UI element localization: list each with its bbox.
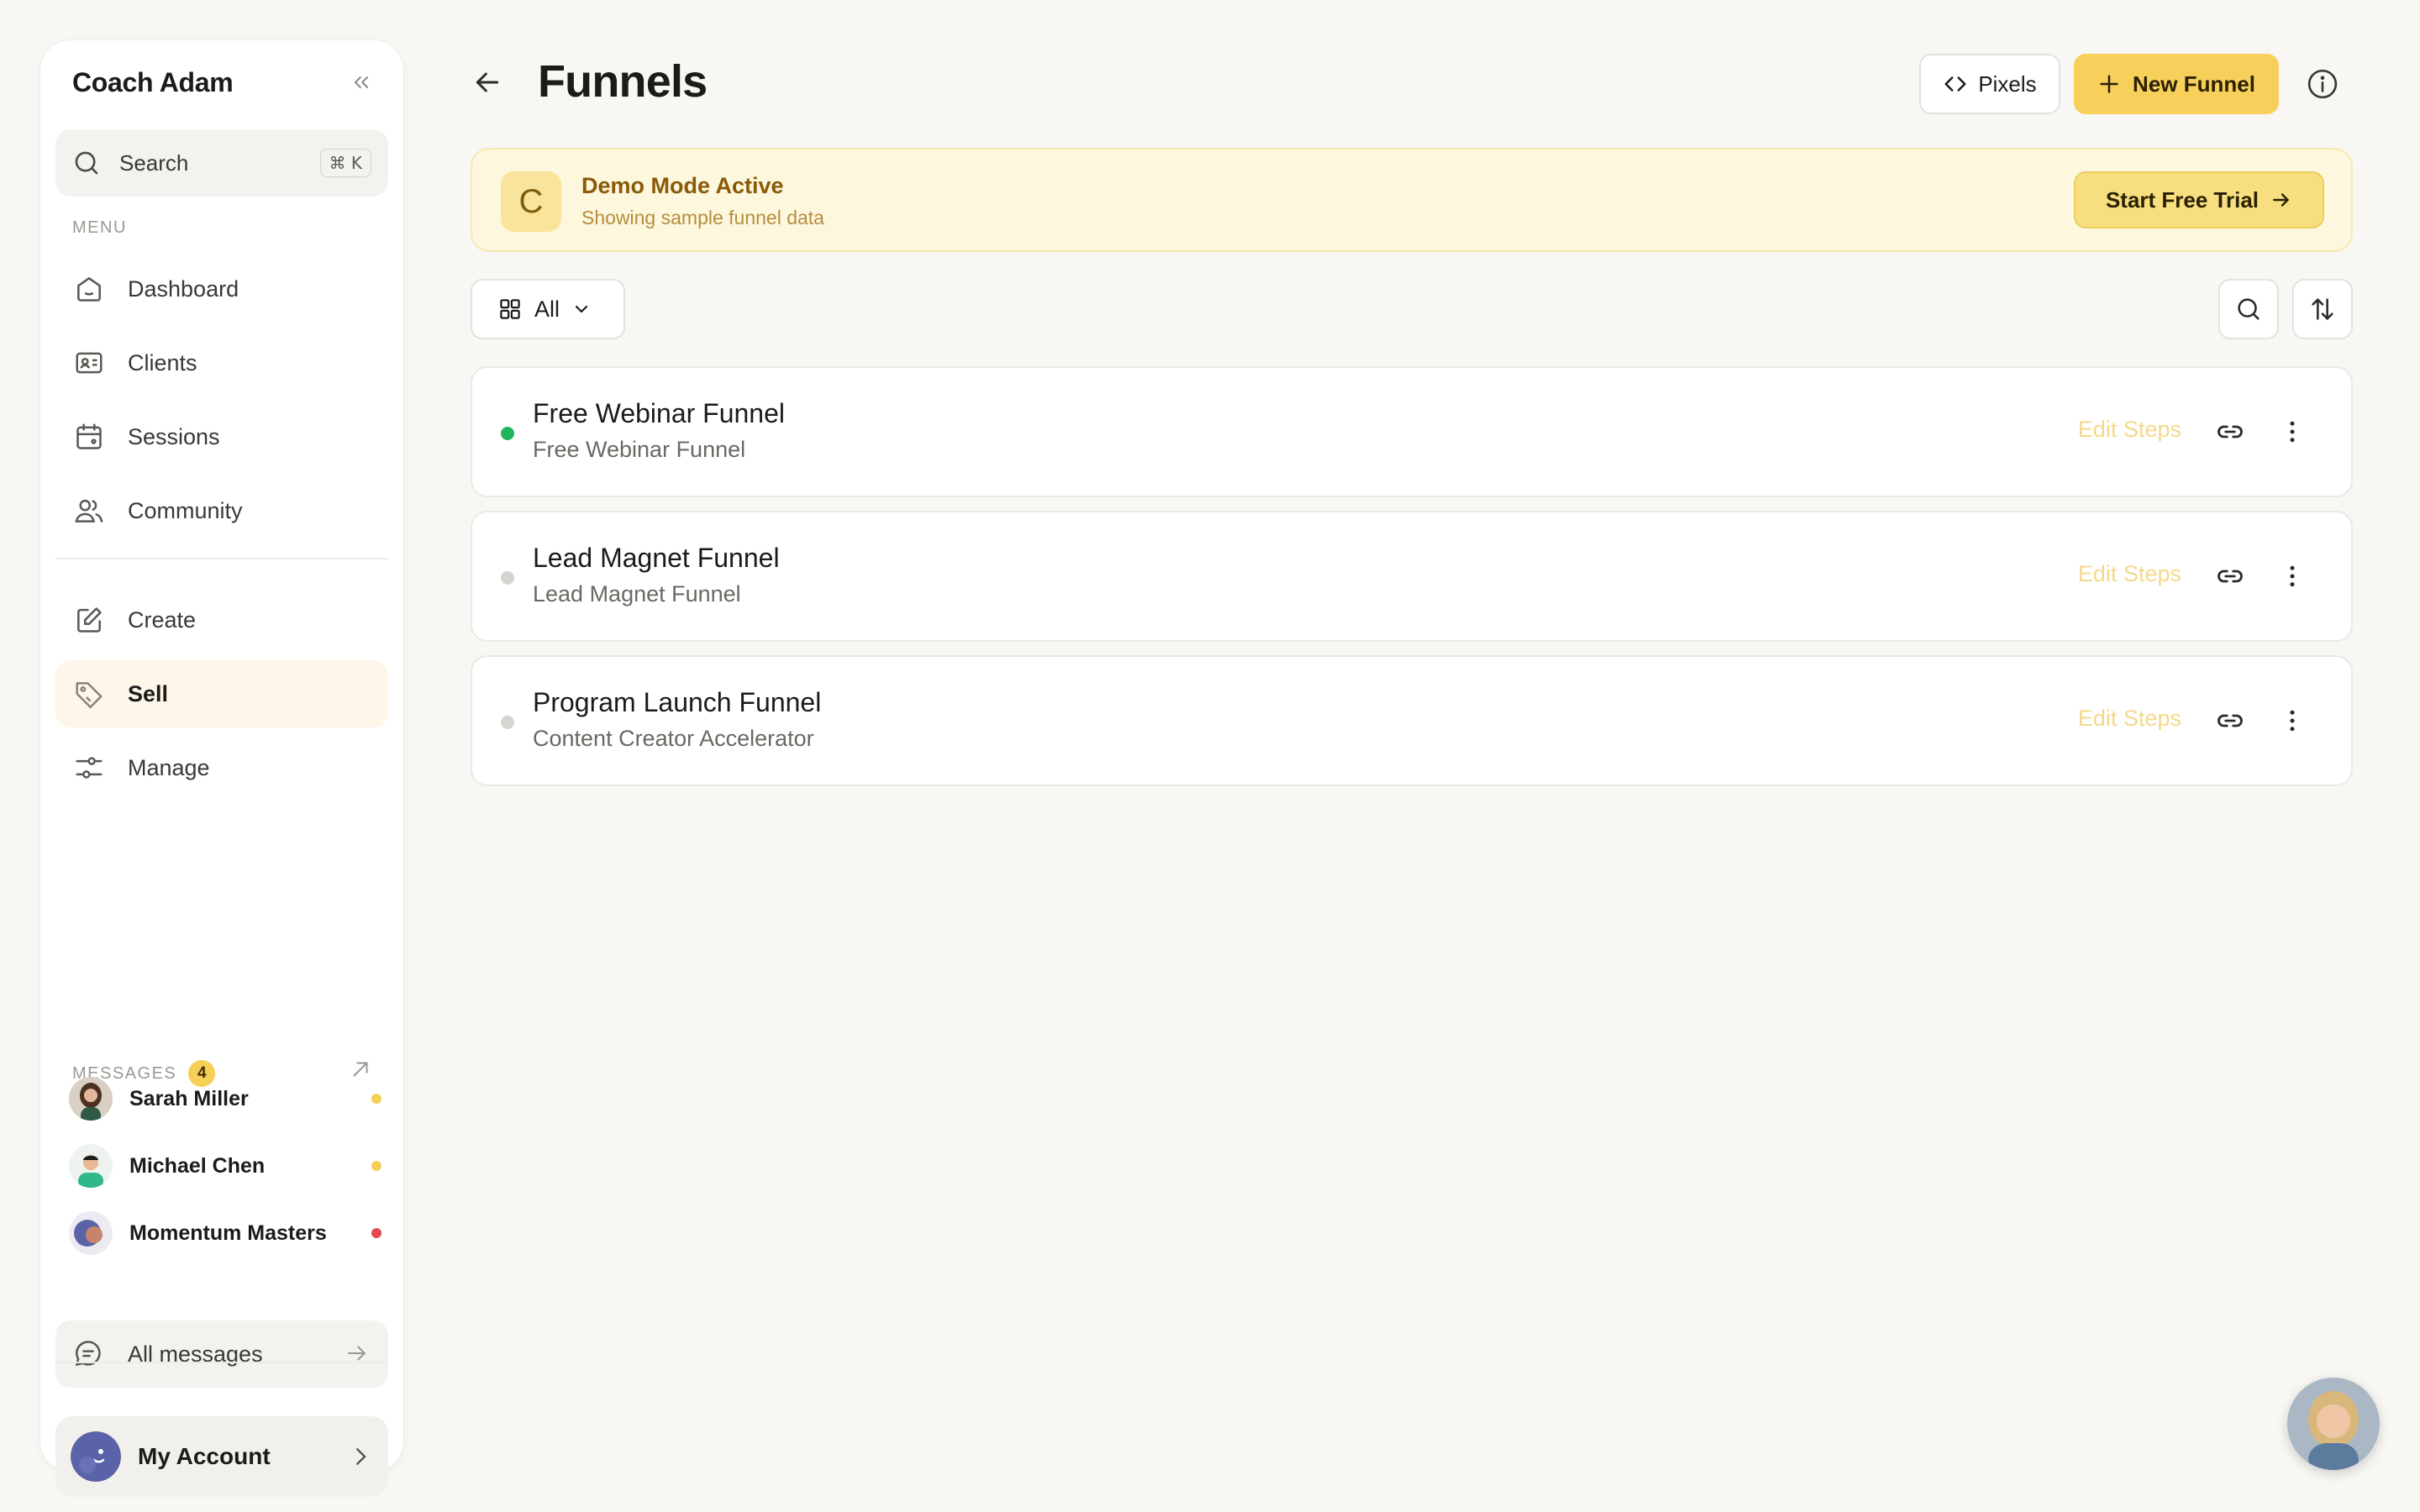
users-icon <box>72 494 106 528</box>
sidebar-item-manage[interactable]: Manage <box>55 734 388 801</box>
pixels-label: Pixels <box>1978 71 2037 97</box>
sidebar-item-label: Community <box>128 497 243 523</box>
new-funnel-label: New Funnel <box>2133 71 2255 97</box>
arrow-right-icon <box>2270 189 2292 211</box>
funnel-card-free-webinar[interactable]: Free Webinar Funnel Free Webinar Funnel … <box>471 366 2353 497</box>
page-title: Funnels <box>538 56 708 107</box>
search-button[interactable] <box>2218 279 2279 339</box>
avatar <box>69 1144 113 1188</box>
more-options-icon[interactable] <box>2277 417 2307 447</box>
sidebar-item-label: Clients <box>128 349 197 375</box>
sort-icon <box>2308 295 2337 323</box>
sidebar-item-sessions[interactable]: Sessions <box>55 403 388 470</box>
unread-dot <box>371 1228 381 1238</box>
funnel-subtitle: Free Webinar Funnel <box>533 437 746 462</box>
more-options-icon[interactable] <box>2277 561 2307 591</box>
support-chat-avatar[interactable] <box>2287 1378 2380 1470</box>
search-icon <box>2234 295 2263 323</box>
pixels-button[interactable]: Pixels <box>1919 54 2060 114</box>
sidebar-item-label: Dashboard <box>128 276 239 302</box>
new-funnel-button[interactable]: New Funnel <box>2074 54 2279 114</box>
sidebar-item-label: Sessions <box>128 423 220 449</box>
grid-icon <box>497 297 523 322</box>
sidebar: Coach Adam Search ⌘ K MENU Dashboard Cli… <box>40 40 403 1497</box>
account-label: My Account <box>138 1443 271 1469</box>
filter-label: All <box>534 296 560 322</box>
chevron-down-icon <box>571 299 592 319</box>
contact-card-icon <box>72 346 106 380</box>
home-icon <box>72 272 106 306</box>
sidebar-item-community[interactable]: Community <box>55 477 388 544</box>
sliders-icon <box>72 751 106 785</box>
code-icon <box>1943 71 1968 97</box>
collapse-sidebar-icon[interactable] <box>345 66 378 99</box>
edit-steps-link[interactable]: Edit Steps <box>2078 417 2181 443</box>
demo-subtitle: Showing sample funnel data <box>581 207 824 228</box>
unread-dot <box>371 1161 381 1171</box>
sidebar-divider <box>55 558 388 559</box>
chat-bubble-icon <box>72 1337 106 1371</box>
calendar-icon <box>72 420 106 454</box>
message-item-sarah-miller[interactable]: Sarah Miller <box>69 1074 381 1124</box>
link-icon[interactable] <box>2215 417 2245 447</box>
funnel-subtitle: Content Creator Accelerator <box>533 726 814 751</box>
arrow-right-icon <box>345 1341 371 1368</box>
more-options-icon[interactable] <box>2277 706 2307 736</box>
search-label: Search <box>119 150 189 176</box>
sidebar-item-label: Create <box>128 606 197 633</box>
funnel-title: Program Launch Funnel <box>533 687 822 717</box>
all-messages-button[interactable]: All messages <box>55 1320 388 1388</box>
status-dot <box>501 716 514 729</box>
back-arrow-icon[interactable] <box>471 66 511 106</box>
edit-icon <box>72 603 106 637</box>
sidebar-item-dashboard[interactable]: Dashboard <box>55 255 388 323</box>
avatar <box>69 1211 113 1255</box>
start-free-trial-label: Start Free Trial <box>2105 186 2260 213</box>
account-avatar <box>71 1431 121 1482</box>
unread-dot <box>371 1094 381 1104</box>
status-dot <box>501 427 514 440</box>
brand-name: Coach Adam <box>72 67 234 97</box>
sidebar-search[interactable]: Search ⌘ K <box>55 129 388 197</box>
search-icon <box>72 149 101 177</box>
edit-steps-link[interactable]: Edit Steps <box>2078 561 2181 587</box>
avatar <box>69 1077 113 1121</box>
link-icon[interactable] <box>2215 561 2245 591</box>
demo-title: Demo Mode Active <box>581 173 784 198</box>
tag-icon <box>72 677 106 711</box>
demo-logo-letter: C <box>518 182 544 220</box>
funnel-title: Lead Magnet Funnel <box>533 543 780 573</box>
sidebar-item-sell[interactable]: Sell <box>55 660 388 727</box>
sort-button[interactable] <box>2292 279 2353 339</box>
funnel-title: Free Webinar Funnel <box>533 398 785 428</box>
sidebar-item-create[interactable]: Create <box>55 586 388 654</box>
status-dot <box>501 571 514 585</box>
sidebar-item-clients[interactable]: Clients <box>55 329 388 396</box>
start-free-trial-button[interactable]: Start Free Trial <box>2074 171 2324 228</box>
info-icon[interactable] <box>2306 67 2339 101</box>
link-icon[interactable] <box>2215 706 2245 736</box>
message-sender-name: Sarah Miller <box>129 1086 249 1110</box>
message-sender-name: Momentum Masters <box>129 1221 327 1245</box>
edit-steps-link[interactable]: Edit Steps <box>2078 706 2181 732</box>
plus-icon <box>2097 72 2121 96</box>
search-shortcut: ⌘ K <box>319 149 371 177</box>
sidebar-item-label: Sell <box>128 680 169 706</box>
funnel-subtitle: Lead Magnet Funnel <box>533 581 741 606</box>
menu-section-label: MENU <box>72 218 127 237</box>
chevron-right-icon <box>348 1444 373 1469</box>
funnel-card-lead-magnet[interactable]: Lead Magnet Funnel Lead Magnet Funnel Ed… <box>471 511 2353 642</box>
message-sender-name: Michael Chen <box>129 1153 266 1178</box>
message-item-michael-chen[interactable]: Michael Chen <box>69 1141 381 1191</box>
demo-mode-banner: C Demo Mode Active Showing sample funnel… <box>471 148 2353 252</box>
message-item-momentum-masters[interactable]: Momentum Masters <box>69 1208 381 1258</box>
funnel-card-program-launch[interactable]: Program Launch Funnel Content Creator Ac… <box>471 655 2353 786</box>
demo-logo-icon: C <box>501 171 561 232</box>
filter-dropdown[interactable]: All <box>471 279 625 339</box>
my-account-button[interactable]: My Account <box>55 1416 388 1497</box>
sidebar-item-label: Manage <box>128 754 210 780</box>
account-divider <box>55 1362 388 1363</box>
